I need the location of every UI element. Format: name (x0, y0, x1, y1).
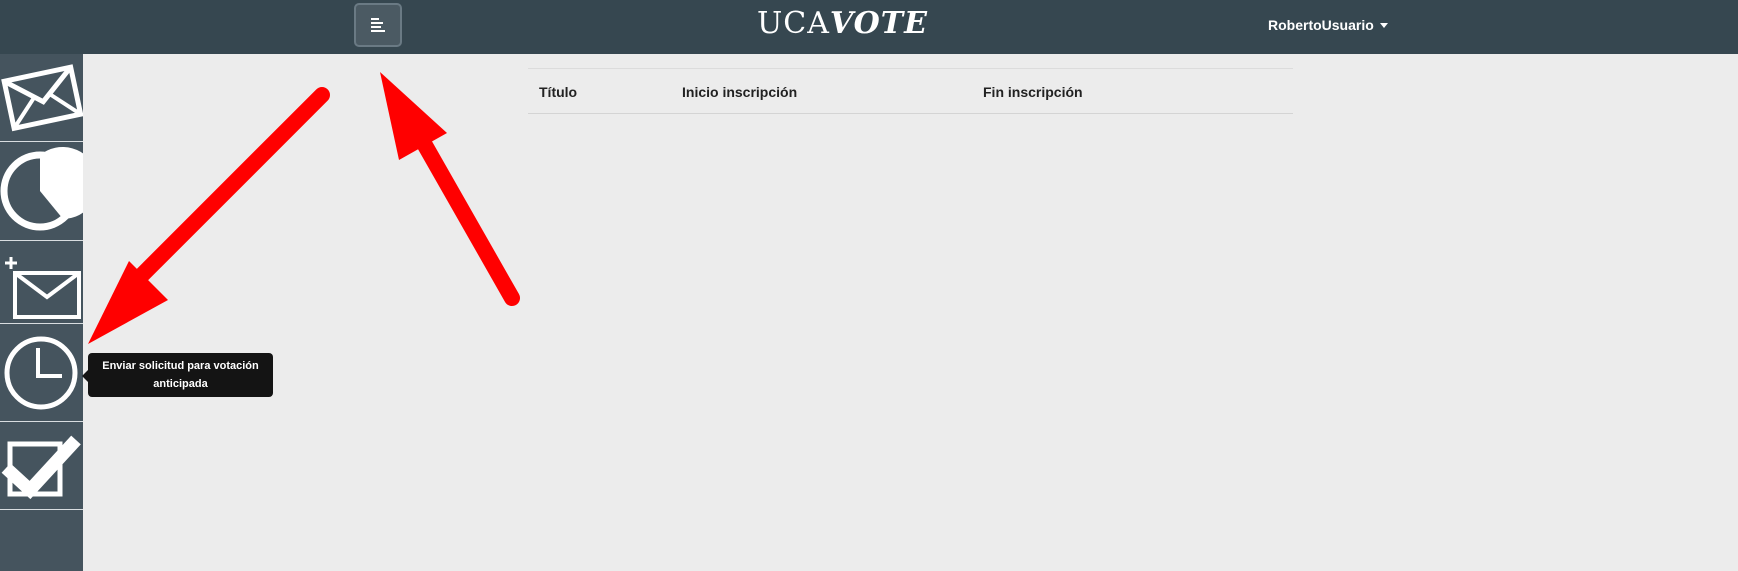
table-header-row: Título Inicio inscripción Fin inscripció… (528, 68, 1293, 114)
menu-icon (371, 18, 385, 32)
caret-down-icon (1379, 23, 1388, 28)
checkbox-icon (1, 435, 81, 500)
column-header-registration-end: Fin inscripción (983, 84, 1083, 100)
annotation-arrow-to-sidebar (88, 87, 330, 344)
user-menu-dropdown[interactable]: RobertoUsuario (1268, 17, 1388, 33)
brand-text-uca: UCA (757, 6, 830, 41)
envelope-icon (1, 64, 83, 132)
sidebar-item-vote[interactable] (0, 422, 83, 510)
annotation-arrow-to-toggle (380, 72, 520, 306)
column-header-registration-start: Inicio inscripción (682, 84, 798, 100)
elections-table: Título Inicio inscripción Fin inscripció… (528, 68, 1293, 114)
clock-icon (4, 336, 78, 410)
column-header-title: Título (539, 84, 578, 100)
sidebar-item-results[interactable] (0, 142, 83, 241)
sidebar-tooltip: Enviar solicitud para votación anticipad… (82, 353, 273, 397)
user-name: RobertoUsuario (1268, 17, 1374, 33)
brand-logo[interactable]: UCAVOTE (757, 6, 928, 41)
sidebar-item-early-vote-request[interactable] (0, 324, 83, 422)
pie-chart-icon (0, 147, 83, 231)
new-message-icon (5, 257, 81, 319)
sidebar-item-messages[interactable] (0, 54, 83, 142)
brand-text-vote: VOTE (829, 6, 928, 41)
sidebar (0, 54, 83, 571)
top-navbar: UCAVOTE RobertoUsuario (0, 0, 1738, 54)
sidebar-toggle-button[interactable] (354, 3, 402, 47)
sidebar-item-new-message[interactable] (0, 241, 83, 324)
